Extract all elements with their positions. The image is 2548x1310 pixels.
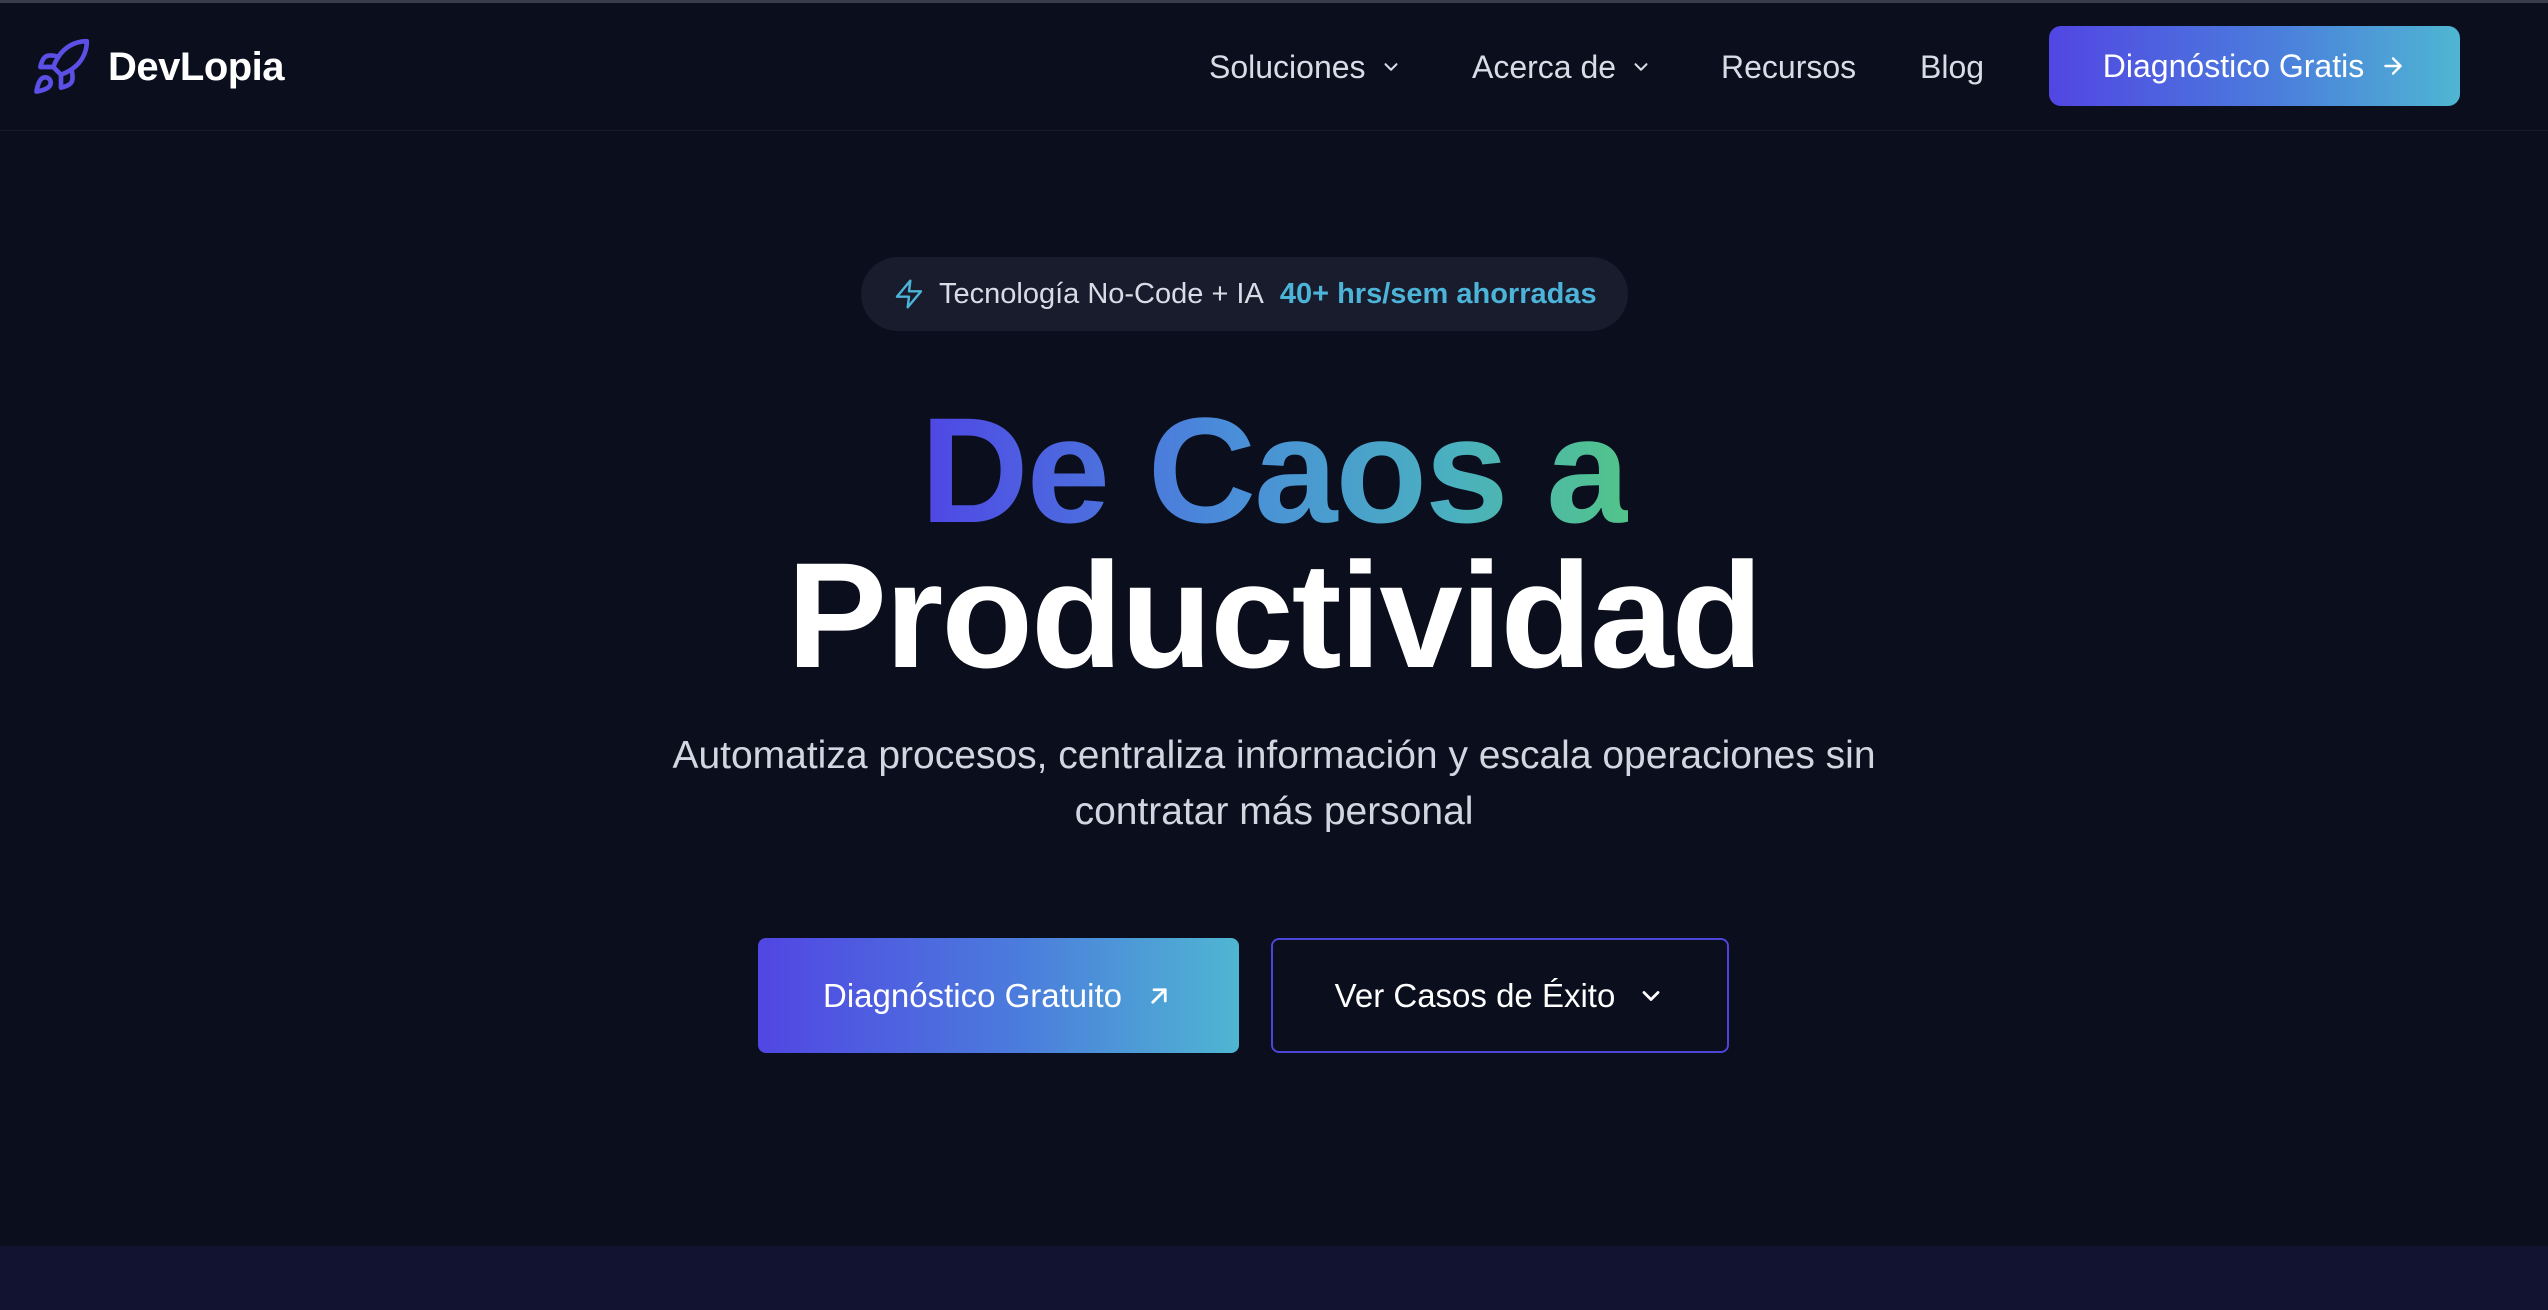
hero-headline: De Caos a Productividad bbox=[0, 395, 2548, 690]
chevron-down-icon bbox=[1634, 63, 1648, 71]
nav-item-recursos[interactable]: Recursos bbox=[1721, 33, 1856, 101]
arrow-right-icon bbox=[2384, 57, 2402, 75]
chevron-down-icon bbox=[1642, 990, 1660, 1001]
next-section-band bbox=[0, 1246, 2548, 1310]
bolt-icon bbox=[895, 279, 923, 309]
ver-casos-button[interactable]: Ver Casos de Éxito bbox=[1271, 938, 1729, 1053]
badge-text: Tecnología No-Code + IA bbox=[939, 277, 1264, 310]
rocket-icon bbox=[34, 38, 90, 94]
nav-item-acerca-de[interactable]: Acerca de bbox=[1472, 33, 1652, 101]
nav-item-label: Acerca de bbox=[1472, 48, 1617, 85]
primary-button-label: Diagnóstico Gratuito bbox=[823, 976, 1122, 1014]
nav-cta-label: Diagnóstico Gratis bbox=[2102, 47, 2365, 84]
brand-name: DevLopia bbox=[108, 44, 285, 89]
diagnostico-gratuito-button[interactable]: Diagnóstico Gratuito bbox=[758, 938, 1239, 1053]
nav-diagnostico-button[interactable]: Diagnóstico Gratis bbox=[2049, 26, 2460, 106]
nav-item-label: Recursos bbox=[1721, 48, 1857, 85]
arrow-up-right-icon bbox=[1151, 987, 1167, 1004]
headline-gradient-text: De Caos a bbox=[920, 386, 1629, 554]
brand-logo-link[interactable]: DevLopia bbox=[30, 33, 285, 101]
nav-item-blog[interactable]: Blog bbox=[1920, 33, 1984, 101]
nav-item-label: Soluciones bbox=[1209, 48, 1366, 85]
headline-main-text: Productividad bbox=[786, 531, 1763, 699]
nav-item-label: Blog bbox=[1920, 48, 1985, 85]
badge-highlight: 40+ hrs/sem ahorradas bbox=[1279, 277, 1597, 310]
chevron-down-icon bbox=[1384, 63, 1398, 71]
top-navbar: DevLopia Soluciones Acerca de Recursos B… bbox=[0, 3, 2548, 131]
hero-subtitle: Automatiza procesos, centraliza informac… bbox=[672, 734, 1876, 833]
hero-badge: Tecnología No-Code + IA 40+ hrs/sem ahor… bbox=[861, 257, 1628, 331]
secondary-button-label: Ver Casos de Éxito bbox=[1334, 976, 1616, 1014]
nav-item-soluciones[interactable]: Soluciones bbox=[1209, 33, 1402, 101]
